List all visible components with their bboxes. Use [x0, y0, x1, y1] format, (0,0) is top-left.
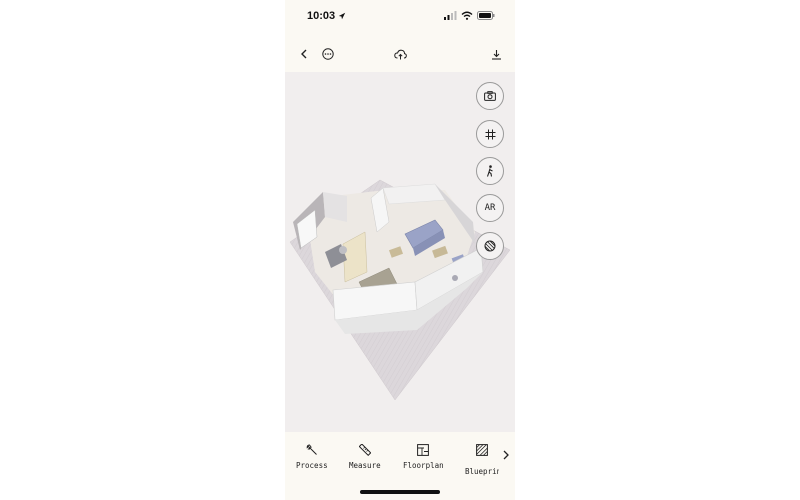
more-tabs-button[interactable] — [499, 448, 513, 462]
back-button[interactable] — [294, 44, 314, 64]
tab-label-process: Process — [296, 461, 328, 470]
tab-floorplan[interactable]: Floorplan — [403, 444, 444, 470]
ruler-icon — [358, 444, 371, 456]
camera-button[interactable] — [476, 82, 504, 110]
3d-model-viewport[interactable]: AR — [285, 72, 515, 432]
cellular-signal-icon — [444, 11, 457, 20]
status-time: 10:03 — [307, 10, 346, 22]
tab-blueprint[interactable]: Blueprint — [465, 444, 499, 479]
ar-label: AR — [484, 203, 496, 213]
battery-icon — [477, 11, 495, 20]
floorplan-icon — [417, 444, 430, 456]
system-icons — [444, 11, 495, 20]
home-indicator — [360, 490, 440, 494]
tab-process[interactable]: Process — [296, 444, 328, 470]
walk-person-icon — [486, 165, 493, 177]
texture-button[interactable] — [476, 232, 504, 260]
ar-button[interactable]: AR — [476, 194, 504, 222]
tab-measure[interactable]: Measure — [349, 444, 381, 470]
back-chevron-icon — [301, 49, 307, 59]
status-bar: 10:03 — [285, 0, 515, 36]
clock-text: 10:03 — [307, 10, 336, 22]
more-options-icon — [322, 48, 334, 60]
top-toolbar — [285, 36, 515, 72]
more-options-button[interactable] — [318, 44, 338, 64]
bottom-tab-bar: Process Measure Floorplan Blueprint — [285, 432, 515, 500]
wrench-icon — [306, 444, 317, 455]
texture-sphere-icon — [484, 240, 496, 252]
grid-icon — [485, 129, 495, 139]
camera-icon — [484, 91, 496, 101]
walk-mode-button[interactable] — [476, 157, 504, 185]
phone-screen: 10:03 AR Process Measure Floorplan Bluep… — [285, 0, 515, 500]
tab-label-measure: Measure — [349, 461, 381, 470]
chevron-right-icon — [503, 450, 509, 460]
upload-button[interactable] — [390, 44, 410, 64]
download-icon — [491, 49, 501, 60]
grid-toggle-button[interactable] — [476, 120, 504, 148]
download-button[interactable] — [486, 44, 506, 64]
wifi-icon — [461, 11, 473, 20]
location-arrow-icon — [338, 12, 346, 20]
blueprint-icon — [476, 444, 488, 456]
blueprint-label-clip: Blueprint — [465, 461, 499, 479]
cloud-upload-icon — [393, 49, 407, 59]
tab-label-blueprint: Blueprint — [465, 467, 499, 476]
tab-label-floorplan: Floorplan — [403, 461, 444, 470]
